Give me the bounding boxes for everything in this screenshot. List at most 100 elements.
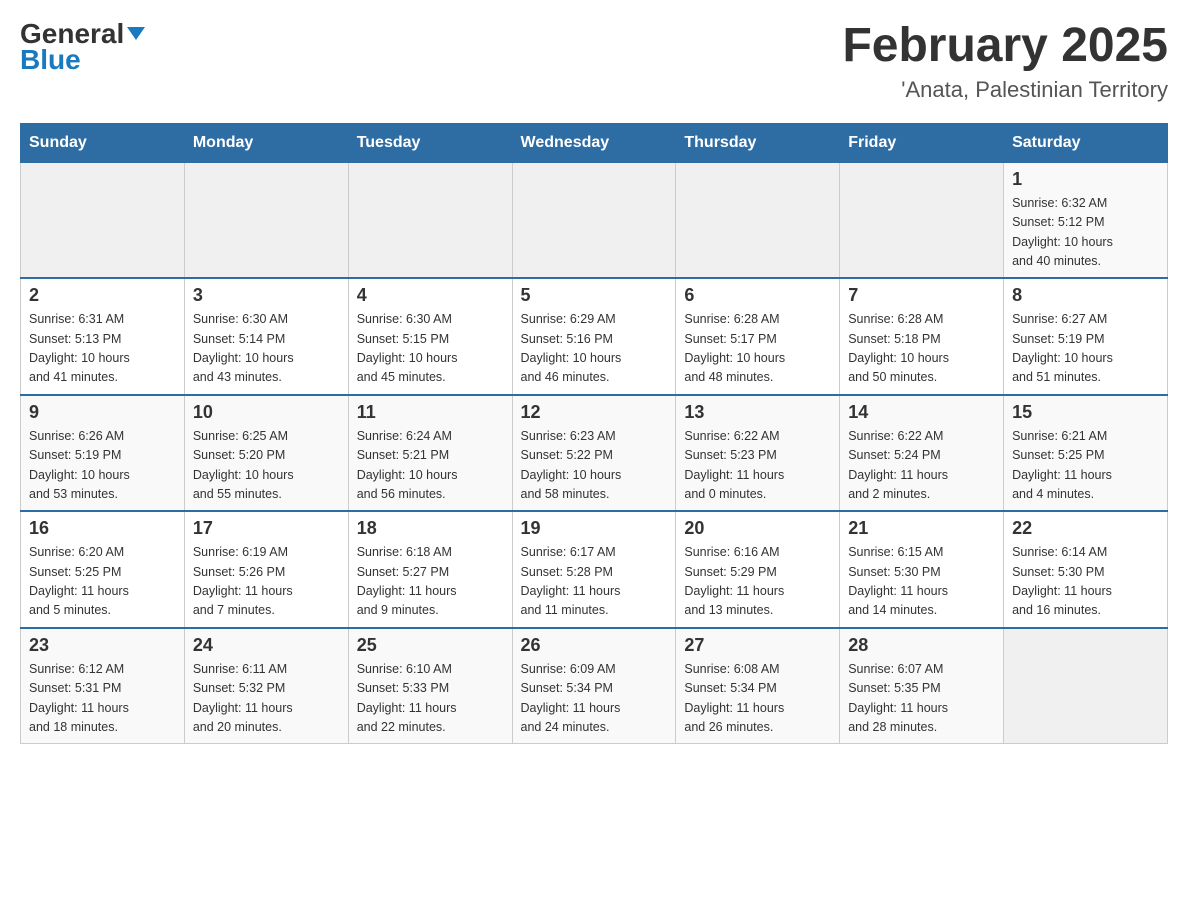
day-number: 19 <box>521 518 668 539</box>
col-wednesday: Wednesday <box>512 123 676 162</box>
calendar-cell: 4 Sunrise: 6:30 AM Sunset: 5:15 PM Daylig… <box>348 278 512 395</box>
day-number: 2 <box>29 285 176 306</box>
day-info: Sunrise: 6:18 AM Sunset: 5:27 PM Dayligh… <box>357 543 504 621</box>
page-title: February 2025 <box>842 20 1168 73</box>
day-info: Sunrise: 6:25 AM Sunset: 5:20 PM Dayligh… <box>193 427 340 505</box>
day-info: Sunrise: 6:30 AM Sunset: 5:15 PM Dayligh… <box>357 310 504 388</box>
day-info: Sunrise: 6:19 AM Sunset: 5:26 PM Dayligh… <box>193 543 340 621</box>
calendar-cell: 5 Sunrise: 6:29 AM Sunset: 5:16 PM Daylig… <box>512 278 676 395</box>
day-number: 1 <box>1012 169 1159 190</box>
day-info: Sunrise: 6:12 AM Sunset: 5:31 PM Dayligh… <box>29 660 176 738</box>
calendar-cell: 21Sunrise: 6:15 AM Sunset: 5:30 PM Dayli… <box>840 511 1004 628</box>
calendar-week-4: 16 Sunrise: 6:20 AM Sunset: 5:25 PM Dayli… <box>21 511 1168 628</box>
day-number: 21 <box>848 518 995 539</box>
calendar-cell: 7Sunrise: 6:28 AM Sunset: 5:18 PM Daylig… <box>840 278 1004 395</box>
day-info: Sunrise: 6:31 AM Sunset: 5:13 PM Dayligh… <box>29 310 176 388</box>
day-info: Sunrise: 6:23 AM Sunset: 5:22 PM Dayligh… <box>521 427 668 505</box>
calendar-cell: 13 Sunrise: 6:22 AM Sunset: 5:23 PM Dayli… <box>676 395 840 512</box>
day-number: 6 <box>684 285 831 306</box>
col-friday: Friday <box>840 123 1004 162</box>
col-saturday: Saturday <box>1004 123 1168 162</box>
calendar-cell: 23Sunrise: 6:12 AM Sunset: 5:31 PM Dayli… <box>21 628 185 744</box>
day-number: 13 <box>684 402 831 423</box>
calendar-cell: 9 Sunrise: 6:26 AM Sunset: 5:19 PM Daylig… <box>21 395 185 512</box>
day-number: 3 <box>193 285 340 306</box>
calendar-week-3: 9 Sunrise: 6:26 AM Sunset: 5:19 PM Daylig… <box>21 395 1168 512</box>
calendar-week-2: 2 Sunrise: 6:31 AM Sunset: 5:13 PM Daylig… <box>21 278 1168 395</box>
day-info: Sunrise: 6:20 AM Sunset: 5:25 PM Dayligh… <box>29 543 176 621</box>
calendar-cell <box>1004 628 1168 744</box>
day-info: Sunrise: 6:22 AM Sunset: 5:24 PM Dayligh… <box>848 427 995 505</box>
day-info: Sunrise: 6:08 AM Sunset: 5:34 PM Dayligh… <box>684 660 831 738</box>
calendar-cell: 19 Sunrise: 6:17 AM Sunset: 5:28 PM Dayli… <box>512 511 676 628</box>
calendar-cell: 15 Sunrise: 6:21 AM Sunset: 5:25 PM Dayli… <box>1004 395 1168 512</box>
calendar-cell: 26 Sunrise: 6:09 AM Sunset: 5:34 PM Dayli… <box>512 628 676 744</box>
day-info: Sunrise: 6:21 AM Sunset: 5:25 PM Dayligh… <box>1012 427 1159 505</box>
day-info: Sunrise: 6:07 AM Sunset: 5:35 PM Dayligh… <box>848 660 995 738</box>
calendar-cell: 27 Sunrise: 6:08 AM Sunset: 5:34 PM Dayli… <box>676 628 840 744</box>
col-sunday: Sunday <box>21 123 185 162</box>
day-number: 7 <box>848 285 995 306</box>
day-info: Sunrise: 6:29 AM Sunset: 5:16 PM Dayligh… <box>521 310 668 388</box>
calendar-week-1: 1 Sunrise: 6:32 AM Sunset: 5:12 PM Daylig… <box>21 162 1168 278</box>
calendar-cell: 6 Sunrise: 6:28 AM Sunset: 5:17 PM Daylig… <box>676 278 840 395</box>
day-number: 27 <box>684 635 831 656</box>
calendar-cell <box>348 162 512 278</box>
calendar-cell: 18 Sunrise: 6:18 AM Sunset: 5:27 PM Dayli… <box>348 511 512 628</box>
day-number: 10 <box>193 402 340 423</box>
logo-blue: Blue <box>20 44 81 76</box>
col-tuesday: Tuesday <box>348 123 512 162</box>
calendar-cell: 2 Sunrise: 6:31 AM Sunset: 5:13 PM Daylig… <box>21 278 185 395</box>
day-number: 18 <box>357 518 504 539</box>
day-info: Sunrise: 6:17 AM Sunset: 5:28 PM Dayligh… <box>521 543 668 621</box>
day-number: 8 <box>1012 285 1159 306</box>
calendar-cell: 12 Sunrise: 6:23 AM Sunset: 5:22 PM Dayli… <box>512 395 676 512</box>
day-number: 14 <box>848 402 995 423</box>
day-number: 12 <box>521 402 668 423</box>
calendar-week-5: 23Sunrise: 6:12 AM Sunset: 5:31 PM Dayli… <box>21 628 1168 744</box>
col-monday: Monday <box>184 123 348 162</box>
logo: General Blue <box>20 20 145 76</box>
calendar-cell: 20Sunrise: 6:16 AM Sunset: 5:29 PM Dayli… <box>676 511 840 628</box>
day-info: Sunrise: 6:27 AM Sunset: 5:19 PM Dayligh… <box>1012 310 1159 388</box>
day-number: 15 <box>1012 402 1159 423</box>
page-header: General Blue February 2025 'Anata, Pales… <box>20 20 1168 103</box>
day-number: 28 <box>848 635 995 656</box>
calendar-cell: 11Sunrise: 6:24 AM Sunset: 5:21 PM Dayli… <box>348 395 512 512</box>
calendar-cell: 16 Sunrise: 6:20 AM Sunset: 5:25 PM Dayli… <box>21 511 185 628</box>
calendar-cell: 14 Sunrise: 6:22 AM Sunset: 5:24 PM Dayli… <box>840 395 1004 512</box>
calendar-cell: 10 Sunrise: 6:25 AM Sunset: 5:20 PM Dayli… <box>184 395 348 512</box>
calendar-cell: 1 Sunrise: 6:32 AM Sunset: 5:12 PM Daylig… <box>1004 162 1168 278</box>
calendar-cell: 3 Sunrise: 6:30 AM Sunset: 5:14 PM Daylig… <box>184 278 348 395</box>
day-info: Sunrise: 6:14 AM Sunset: 5:30 PM Dayligh… <box>1012 543 1159 621</box>
day-info: Sunrise: 6:16 AM Sunset: 5:29 PM Dayligh… <box>684 543 831 621</box>
calendar-cell <box>676 162 840 278</box>
calendar-cell: 28 Sunrise: 6:07 AM Sunset: 5:35 PM Dayli… <box>840 628 1004 744</box>
day-info: Sunrise: 6:09 AM Sunset: 5:34 PM Dayligh… <box>521 660 668 738</box>
day-number: 24 <box>193 635 340 656</box>
day-info: Sunrise: 6:32 AM Sunset: 5:12 PM Dayligh… <box>1012 194 1159 272</box>
day-number: 17 <box>193 518 340 539</box>
day-info: Sunrise: 6:30 AM Sunset: 5:14 PM Dayligh… <box>193 310 340 388</box>
day-number: 26 <box>521 635 668 656</box>
page-subtitle: 'Anata, Palestinian Territory <box>842 77 1168 103</box>
day-info: Sunrise: 6:28 AM Sunset: 5:17 PM Dayligh… <box>684 310 831 388</box>
calendar-table: Sunday Monday Tuesday Wednesday Thursday… <box>20 123 1168 745</box>
day-info: Sunrise: 6:26 AM Sunset: 5:19 PM Dayligh… <box>29 427 176 505</box>
calendar-cell <box>512 162 676 278</box>
day-number: 25 <box>357 635 504 656</box>
day-number: 4 <box>357 285 504 306</box>
calendar-cell: 25Sunrise: 6:10 AM Sunset: 5:33 PM Dayli… <box>348 628 512 744</box>
day-info: Sunrise: 6:11 AM Sunset: 5:32 PM Dayligh… <box>193 660 340 738</box>
day-number: 22 <box>1012 518 1159 539</box>
calendar-cell <box>21 162 185 278</box>
calendar-header-row: Sunday Monday Tuesday Wednesday Thursday… <box>21 123 1168 162</box>
day-info: Sunrise: 6:22 AM Sunset: 5:23 PM Dayligh… <box>684 427 831 505</box>
calendar-cell <box>184 162 348 278</box>
calendar-cell: 24 Sunrise: 6:11 AM Sunset: 5:32 PM Dayli… <box>184 628 348 744</box>
day-number: 9 <box>29 402 176 423</box>
title-section: February 2025 'Anata, Palestinian Territ… <box>842 20 1168 103</box>
day-number: 5 <box>521 285 668 306</box>
day-number: 16 <box>29 518 176 539</box>
calendar-cell: 22 Sunrise: 6:14 AM Sunset: 5:30 PM Dayli… <box>1004 511 1168 628</box>
